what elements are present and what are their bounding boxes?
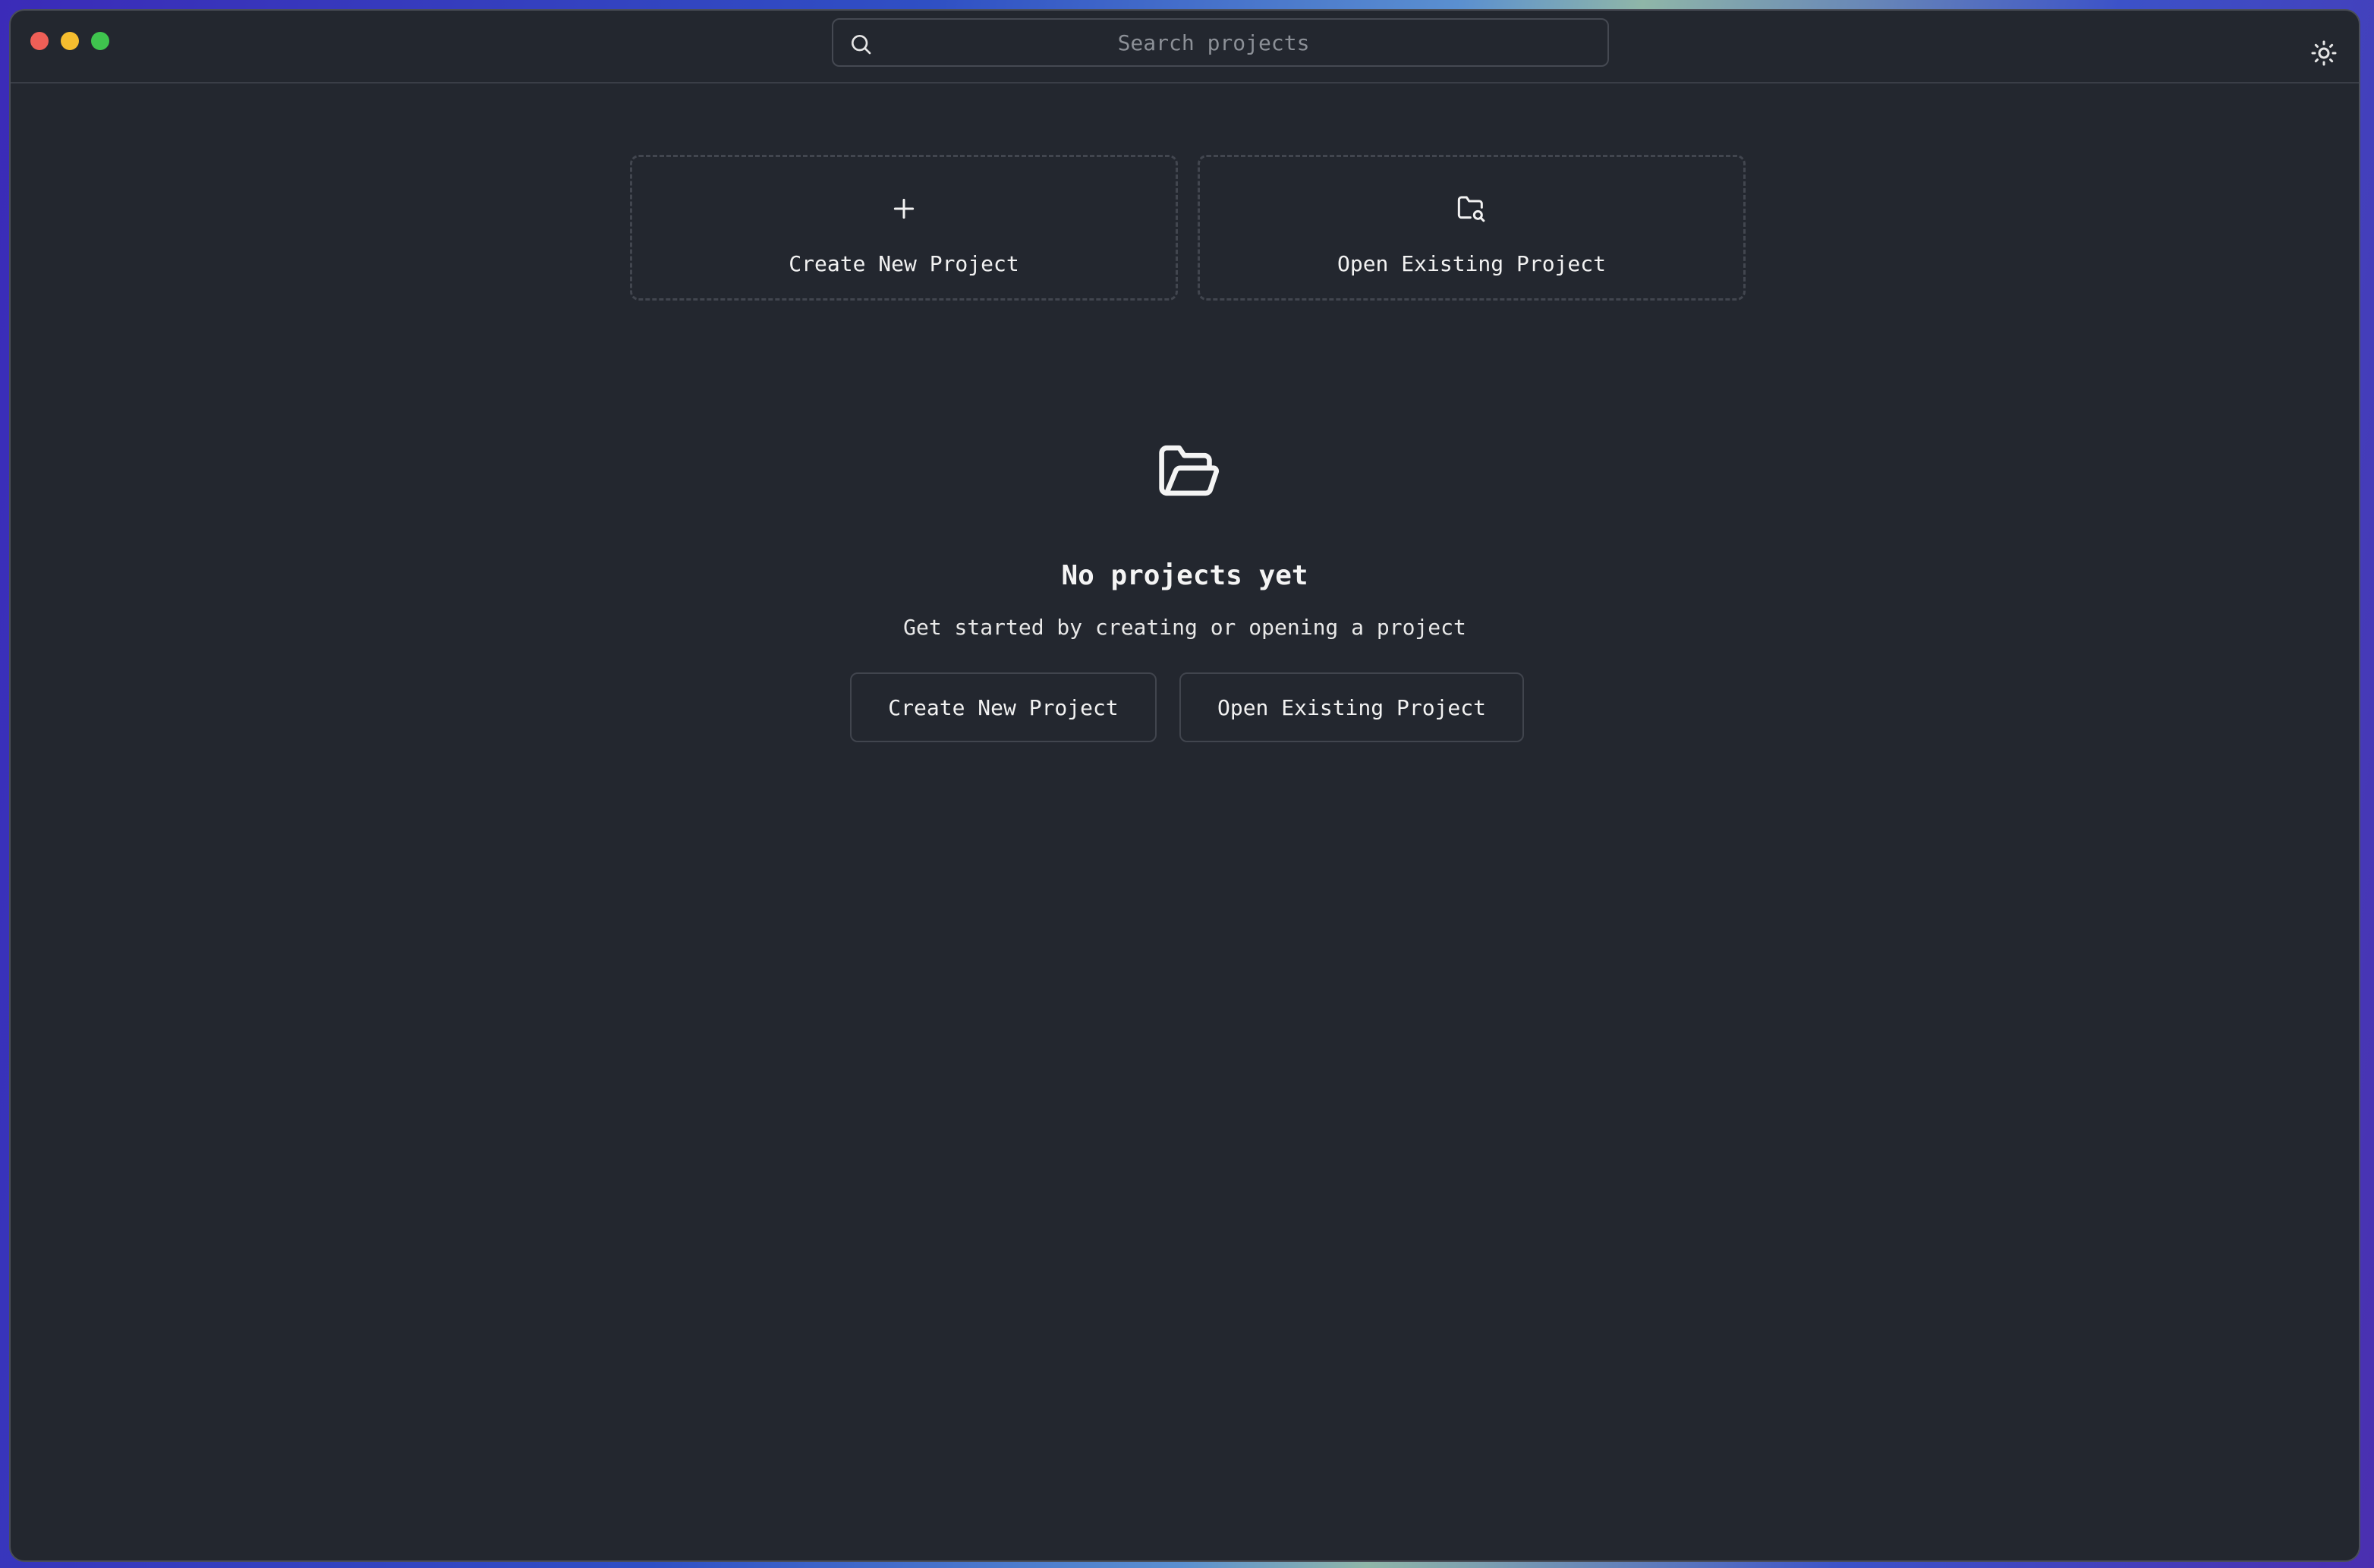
plus-icon — [893, 198, 915, 219]
app-window: Create New Project Open Existing Project… — [9, 9, 2360, 1562]
open-existing-project-card[interactable]: Open Existing Project — [1198, 155, 1746, 301]
minimize-window-button[interactable] — [61, 32, 79, 50]
create-new-project-button[interactable]: Create New Project — [850, 672, 1157, 742]
open-existing-project-button[interactable]: Open Existing Project — [1179, 672, 1524, 742]
open-card-label: Open Existing Project — [1337, 251, 1606, 276]
create-card-label: Create New Project — [789, 251, 1019, 276]
close-window-button[interactable] — [30, 32, 49, 50]
title-bar — [11, 11, 2359, 83]
search-icon — [852, 35, 871, 55]
search-input[interactable] — [879, 20, 1592, 65]
maximize-window-button[interactable] — [91, 32, 109, 50]
create-new-project-card[interactable]: Create New Project — [630, 155, 1178, 301]
folder-open-icon — [1159, 445, 1220, 496]
empty-state-subtitle: Get started by creating or opening a pro… — [903, 615, 1466, 640]
empty-state-title: No projects yet — [1061, 560, 1308, 591]
search-box[interactable] — [832, 18, 1609, 67]
sun-icon[interactable] — [2310, 39, 2338, 67]
folder-search-icon — [1457, 196, 1485, 222]
